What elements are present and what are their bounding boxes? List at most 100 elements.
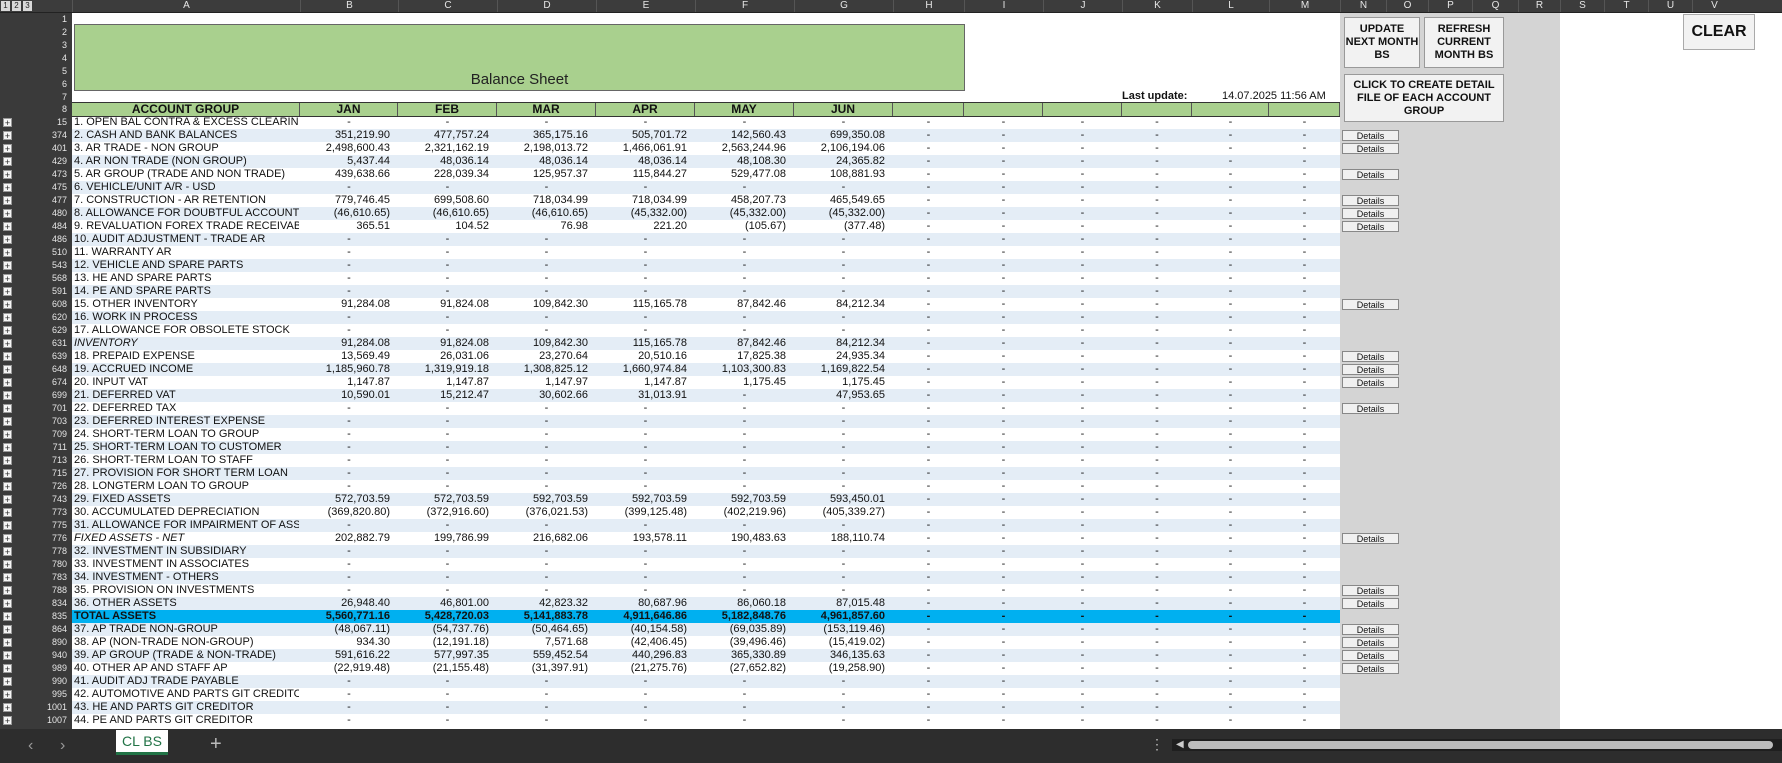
value-cell[interactable]: - <box>596 558 695 571</box>
account-label[interactable]: 8. ALLOWANCE FOR DOUBTFUL ACCOUNTS <box>74 207 299 220</box>
account-label[interactable]: 41. AUDIT ADJ TRADE PAYABLE <box>74 675 299 688</box>
empty-value-cell[interactable]: - <box>1269 376 1340 389</box>
empty-value-cell[interactable]: - <box>1192 194 1269 207</box>
empty-value-cell[interactable]: - <box>964 207 1043 220</box>
row-number[interactable]: 1007 <box>21 714 71 727</box>
value-cell[interactable]: - <box>596 675 695 688</box>
expand-group-icon[interactable]: + <box>3 625 12 635</box>
value-cell[interactable]: - <box>497 233 596 246</box>
value-cell[interactable]: - <box>497 480 596 493</box>
empty-value-cell[interactable]: - <box>1192 129 1269 142</box>
row-number[interactable]: 631 <box>21 337 71 350</box>
value-cell[interactable]: - <box>794 415 893 428</box>
value-cell[interactable]: - <box>596 311 695 324</box>
value-cell[interactable]: 15,212.47 <box>398 389 497 402</box>
empty-value-cell[interactable]: - <box>964 519 1043 532</box>
value-cell[interactable]: - <box>398 285 497 298</box>
empty-value-cell[interactable]: - <box>893 285 964 298</box>
empty-value-cell[interactable]: - <box>1122 220 1192 233</box>
value-cell[interactable]: - <box>497 454 596 467</box>
value-cell[interactable]: 84,212.34 <box>794 337 893 350</box>
empty-value-cell[interactable]: - <box>1043 610 1122 623</box>
details-button[interactable]: Details <box>1342 585 1399 596</box>
empty-value-cell[interactable]: - <box>1043 168 1122 181</box>
value-cell[interactable]: - <box>596 584 695 597</box>
value-cell[interactable]: 216,682.06 <box>497 532 596 545</box>
scroll-left-icon[interactable]: ◀ <box>1176 739 1184 750</box>
value-cell[interactable]: (19,258.90) <box>794 662 893 675</box>
value-cell[interactable]: - <box>398 181 497 194</box>
expand-group-icon[interactable]: + <box>3 131 12 141</box>
value-cell[interactable]: - <box>300 246 398 259</box>
column-header-s[interactable]: S <box>1560 0 1604 12</box>
value-cell[interactable]: - <box>596 402 695 415</box>
empty-value-cell[interactable]: - <box>1192 545 1269 558</box>
row-number[interactable]: 568 <box>21 272 71 285</box>
empty-value-cell[interactable]: - <box>1122 415 1192 428</box>
empty-value-cell[interactable]: - <box>964 545 1043 558</box>
empty-value-cell[interactable]: - <box>1192 532 1269 545</box>
value-cell[interactable]: 87,015.48 <box>794 597 893 610</box>
empty-value-cell[interactable]: - <box>1122 532 1192 545</box>
empty-value-cell[interactable]: - <box>964 701 1043 714</box>
value-cell[interactable]: (153,119.46) <box>794 623 893 636</box>
value-cell[interactable]: - <box>398 441 497 454</box>
empty-value-cell[interactable]: - <box>1192 701 1269 714</box>
empty-value-cell[interactable]: - <box>1269 168 1340 181</box>
empty-value-cell[interactable]: - <box>893 584 964 597</box>
value-cell[interactable]: - <box>794 558 893 571</box>
row-number[interactable]: 699 <box>21 389 71 402</box>
account-label[interactable]: 24. SHORT-TERM LOAN TO GROUP <box>74 428 299 441</box>
empty-value-cell[interactable]: - <box>1122 246 1192 259</box>
empty-value-cell[interactable]: - <box>1192 272 1269 285</box>
value-cell[interactable]: 593,450.01 <box>794 493 893 506</box>
details-button[interactable]: Details <box>1342 351 1399 362</box>
empty-value-cell[interactable]: - <box>893 181 964 194</box>
value-cell[interactable]: - <box>497 675 596 688</box>
value-cell[interactable]: (405,339.27) <box>794 506 893 519</box>
value-cell[interactable]: - <box>695 545 794 558</box>
empty-value-cell[interactable]: - <box>964 571 1043 584</box>
empty-value-cell[interactable]: - <box>1192 389 1269 402</box>
column-header-i[interactable]: I <box>964 0 1043 12</box>
column-header-p[interactable]: P <box>1428 0 1472 12</box>
empty-value-cell[interactable]: - <box>893 129 964 142</box>
value-cell[interactable]: - <box>596 324 695 337</box>
empty-value-cell[interactable]: - <box>1192 285 1269 298</box>
empty-value-cell[interactable]: - <box>1269 558 1340 571</box>
empty-value-cell[interactable]: - <box>1043 675 1122 688</box>
value-cell[interactable]: - <box>300 181 398 194</box>
value-cell[interactable]: 76.98 <box>497 220 596 233</box>
empty-value-cell[interactable]: - <box>1122 350 1192 363</box>
empty-value-cell[interactable]: - <box>964 675 1043 688</box>
empty-value-cell[interactable]: - <box>1269 688 1340 701</box>
value-cell[interactable]: - <box>596 441 695 454</box>
empty-value-cell[interactable]: - <box>964 415 1043 428</box>
value-cell[interactable]: - <box>794 181 893 194</box>
empty-value-cell[interactable]: - <box>1122 623 1192 636</box>
value-cell[interactable]: 2,498,600.43 <box>300 142 398 155</box>
empty-value-cell[interactable]: - <box>1122 441 1192 454</box>
value-cell[interactable]: - <box>398 233 497 246</box>
empty-value-cell[interactable]: - <box>964 363 1043 376</box>
value-cell[interactable]: 91,824.08 <box>398 337 497 350</box>
empty-value-cell[interactable]: - <box>1269 194 1340 207</box>
column-header-f[interactable]: F <box>695 0 794 12</box>
column-header-g[interactable]: G <box>794 0 893 12</box>
empty-value-cell[interactable]: - <box>1043 350 1122 363</box>
value-cell[interactable]: 559,452.54 <box>497 649 596 662</box>
expand-group-icon[interactable]: + <box>3 222 12 232</box>
empty-value-cell[interactable]: - <box>1269 441 1340 454</box>
empty-value-cell[interactable]: - <box>1192 155 1269 168</box>
value-cell[interactable]: - <box>497 116 596 129</box>
empty-value-cell[interactable]: - <box>1122 519 1192 532</box>
value-cell[interactable]: (54,737.76) <box>398 623 497 636</box>
empty-value-cell[interactable]: - <box>1192 168 1269 181</box>
details-button[interactable]: Details <box>1342 637 1399 648</box>
value-cell[interactable]: 1,466,061.91 <box>596 142 695 155</box>
value-cell[interactable]: - <box>497 701 596 714</box>
empty-value-cell[interactable]: - <box>1269 116 1340 129</box>
details-button[interactable]: Details <box>1342 377 1399 388</box>
row-number[interactable]: 1 <box>21 13 71 26</box>
value-cell[interactable]: - <box>596 181 695 194</box>
